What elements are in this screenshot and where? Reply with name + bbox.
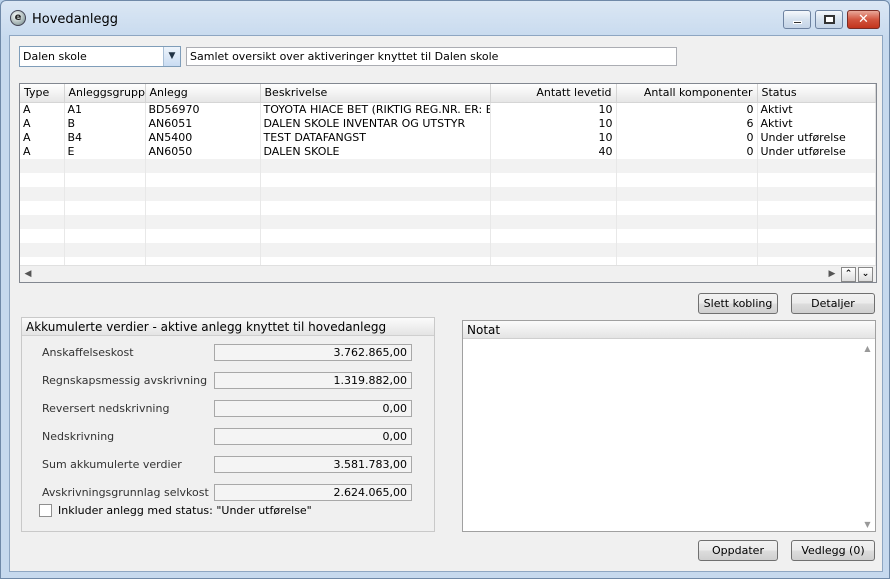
cell-komponenter: 0 — [616, 130, 758, 145]
empty-row — [20, 158, 876, 173]
hovedanlegg-select-value: Dalen skole — [23, 50, 87, 63]
cell-anlegg: AN6051 — [145, 116, 261, 131]
cell-anlegg: AN6050 — [145, 144, 261, 159]
include-under-utforelse-label[interactable]: Inkluder anlegg med status: "Under utfør… — [58, 504, 312, 517]
cell-komponenter: 6 — [616, 116, 758, 131]
scroll-right-icon[interactable]: ▶ — [826, 268, 838, 280]
horizontal-scrollbar[interactable]: ◀ ▶ ⌃ ⌄ — [20, 265, 876, 282]
cell-gruppe: B4 — [64, 130, 146, 145]
cell-levetid: 40 — [490, 144, 617, 159]
cell-type: A — [20, 116, 65, 131]
cell-komponenter: 0 — [616, 102, 758, 117]
client-area: Dalen skole ▼ Samlet oversikt over aktiv… — [9, 35, 883, 572]
label-regnskapsmessig-avskrivning: Regnskapsmessig avskrivning — [42, 374, 208, 387]
label-sum-akkumulerte-verdier: Sum akkumulerte verdier — [42, 458, 182, 471]
window-title: Hovedanlegg — [32, 12, 118, 27]
app-icon: e — [10, 10, 26, 26]
scroll-up-icon[interactable]: ▲ — [862, 344, 873, 353]
empty-row — [20, 242, 876, 257]
cell-levetid: 10 — [490, 116, 617, 131]
table-row[interactable]: A B4 AN5400 TEST DATAFANGST 10 0 Under u… — [20, 130, 876, 145]
cell-type: A — [20, 102, 65, 117]
label-nedskrivning: Nedskrivning — [42, 430, 115, 443]
cell-beskrivelse: TOYOTA HIACE BET (RIKTIG REG.NR. ER: BD5 — [260, 102, 491, 117]
cell-type: A — [20, 144, 65, 159]
detaljer-button[interactable]: Detaljer — [791, 293, 875, 314]
cell-levetid: 10 — [490, 130, 617, 145]
minimize-button[interactable] — [783, 10, 811, 29]
page-down-icon[interactable]: ⌄ — [858, 267, 873, 282]
notat-vertical-scrollbar[interactable]: ▲ ▼ — [860, 340, 875, 531]
notat-title: Notat — [463, 321, 875, 339]
cell-anlegg: BD56970 — [145, 102, 261, 117]
accumulated-values-title: Akkumulerte verdier - aktive anlegg knyt… — [22, 318, 434, 336]
value-anskaffelseskost: 3.762.865,00 — [214, 344, 412, 361]
col-header-levetid[interactable]: Antatt levetid — [490, 84, 617, 103]
minimize-icon — [793, 21, 802, 24]
value-reversert-nedskrivning: 0,00 — [214, 400, 412, 417]
value-nedskrivning: 0,00 — [214, 428, 412, 445]
asset-table: Type Anleggsgruppe Anlegg Beskrivelse An… — [19, 83, 877, 283]
col-header-beskrivelse[interactable]: Beskrivelse — [260, 84, 491, 103]
col-header-status[interactable]: Status — [757, 84, 876, 103]
cell-type: A — [20, 130, 65, 145]
cell-status: Aktivt — [757, 102, 876, 117]
cell-status: Under utførelse — [757, 130, 876, 145]
cell-beskrivelse: DALEN SKOLE INVENTAR OG UTSTYR — [260, 116, 491, 131]
accumulated-values-panel: Akkumulerte verdier - aktive anlegg knyt… — [21, 317, 435, 532]
cell-gruppe: E — [64, 144, 146, 159]
table-header-row: Type Anleggsgruppe Anlegg Beskrivelse An… — [20, 84, 876, 103]
vedlegg-button[interactable]: Vedlegg (0) — [791, 540, 875, 561]
oppdater-button[interactable]: Oppdater — [698, 540, 778, 561]
main-window: e Hovedanlegg ✕ Dalen skole ▼ Samlet ove… — [0, 0, 890, 579]
cell-status: Under utførelse — [757, 144, 876, 159]
empty-row — [20, 214, 876, 229]
empty-row — [20, 186, 876, 201]
cell-gruppe: B — [64, 116, 146, 131]
empty-row — [20, 228, 876, 243]
description-field[interactable]: Samlet oversikt over aktiveringer knytte… — [186, 47, 677, 66]
col-header-anleggsgruppe[interactable]: Anleggsgruppe — [64, 84, 146, 103]
label-reversert-nedskrivning: Reversert nedskrivning — [42, 402, 170, 415]
cell-anlegg: AN5400 — [145, 130, 261, 145]
label-avskrivningsgrunnlag-selvkost: Avskrivningsgrunnlag selvkost — [42, 486, 209, 499]
cell-levetid: 10 — [490, 102, 617, 117]
value-regnskapsmessig-avskrivning: 1.319.882,00 — [214, 372, 412, 389]
hovedanlegg-select[interactable]: Dalen skole ▼ — [19, 46, 181, 67]
close-button[interactable]: ✕ — [847, 10, 880, 29]
col-header-komponenter[interactable]: Antall komponenter — [616, 84, 758, 103]
table-row[interactable]: A B AN6051 DALEN SKOLE INVENTAR OG UTSTY… — [20, 116, 876, 131]
cell-gruppe: A1 — [64, 102, 146, 117]
page-up-icon[interactable]: ⌃ — [841, 267, 856, 282]
slett-kobling-button[interactable]: Slett kobling — [698, 293, 778, 314]
asset-table-grid: Type Anleggsgruppe Anlegg Beskrivelse An… — [20, 84, 876, 282]
include-under-utforelse-checkbox[interactable] — [39, 504, 52, 517]
empty-row — [20, 200, 876, 215]
title-bar[interactable]: e Hovedanlegg ✕ — [1, 1, 889, 35]
label-anskaffelseskost: Anskaffelseskost — [42, 346, 134, 359]
col-header-anlegg[interactable]: Anlegg — [145, 84, 261, 103]
col-header-type[interactable]: Type — [20, 84, 65, 103]
cell-beskrivelse: TEST DATAFANGST — [260, 130, 491, 145]
close-icon: ✕ — [858, 12, 869, 27]
empty-row — [20, 172, 876, 187]
notat-panel[interactable]: Notat ▲ ▼ — [462, 320, 876, 532]
value-sum-akkumulerte-verdier: 3.581.783,00 — [214, 456, 412, 473]
dropdown-arrow-icon[interactable]: ▼ — [163, 47, 180, 66]
value-avskrivningsgrunnlag-selvkost: 2.624.065,00 — [214, 484, 412, 501]
scroll-left-icon[interactable]: ◀ — [22, 268, 34, 280]
scroll-down-icon[interactable]: ▼ — [862, 520, 873, 529]
maximize-icon — [824, 15, 835, 24]
cell-status: Aktivt — [757, 116, 876, 131]
table-row[interactable]: A E AN6050 DALEN SKOLE 40 0 Under utføre… — [20, 144, 876, 159]
cell-beskrivelse: DALEN SKOLE — [260, 144, 491, 159]
table-row[interactable]: A A1 BD56970 TOYOTA HIACE BET (RIKTIG RE… — [20, 102, 876, 117]
maximize-button[interactable] — [815, 10, 843, 29]
cell-komponenter: 0 — [616, 144, 758, 159]
